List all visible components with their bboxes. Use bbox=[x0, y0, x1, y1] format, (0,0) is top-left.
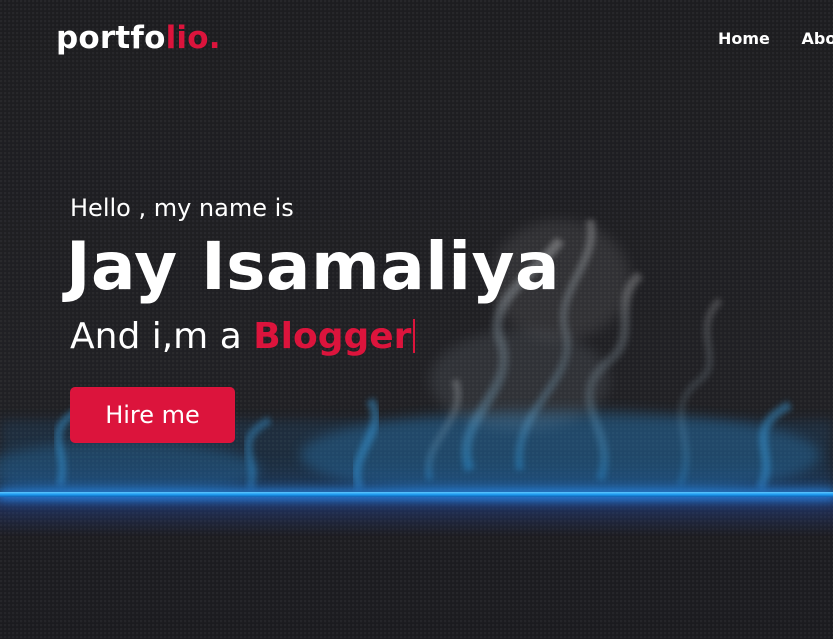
hero-greeting: Hello , my name is bbox=[70, 194, 294, 222]
logo-accent-text: lio. bbox=[165, 20, 221, 56]
blue-glow-line bbox=[0, 492, 833, 497]
logo[interactable]: portfolio. bbox=[56, 20, 221, 56]
page: portfolio. Home About Hello , my name is… bbox=[0, 0, 833, 639]
logo-text: portfo bbox=[56, 20, 166, 56]
nav-links: Home About bbox=[718, 29, 833, 48]
glow-haze bbox=[0, 497, 833, 537]
hero-role-prefix: And i,m a bbox=[70, 316, 254, 357]
hero-role-word: Blogger bbox=[253, 316, 412, 357]
typing-cursor bbox=[413, 319, 416, 353]
hero-role: And i,m a Blogger bbox=[70, 316, 416, 357]
navbar: portfolio. Home About bbox=[0, 0, 833, 80]
hero-name: Jay Isamaliya bbox=[66, 228, 561, 305]
hire-me-button[interactable]: Hire me bbox=[70, 387, 235, 443]
nav-link-about[interactable]: About bbox=[801, 29, 833, 48]
nav-link-home[interactable]: Home bbox=[718, 29, 770, 48]
